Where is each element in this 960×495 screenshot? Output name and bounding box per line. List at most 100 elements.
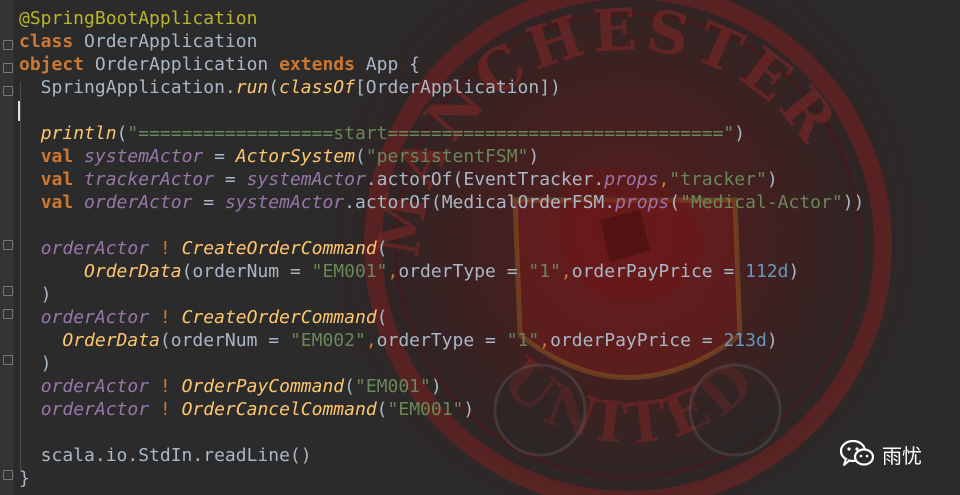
code-line[interactable]: scala.io.StdIn.readLine() [19,444,864,467]
code-token: , [365,330,377,351]
code-token: scala.io.StdIn.readLine() [19,445,312,466]
code-token: , [560,261,572,282]
code-token: ) [734,123,746,144]
code-line[interactable]: @SpringBootApplication [19,7,864,30]
code-token: ! [159,376,171,397]
brand-name: 雨忧 [882,443,922,468]
code-line[interactable]: val trackerActor = systemActor.actorOf(E… [19,168,864,191]
code-token: ) [766,169,778,190]
code-line[interactable]: orderActor ! OrderPayCommand("EM001") [19,375,864,398]
code-token: ) [788,261,800,282]
code-token: ) [430,376,442,397]
code-token: , [539,330,551,351]
code-line[interactable] [19,99,864,122]
code-token: ) [528,146,540,167]
fold-marker-icon[interactable] [3,470,13,480]
code-token: ! [159,307,171,328]
code-token: ) [463,399,475,420]
code-token: "EM002" [289,330,366,351]
code-token: "persistentFSM" [365,146,529,167]
fold-marker-icon[interactable] [3,63,13,73]
editor-gutter[interactable] [0,0,14,495]
code-token: run [235,77,269,98]
code-line[interactable] [19,421,864,444]
code-token: "EM001" [311,261,388,282]
code-token: ( [116,123,128,144]
code-token: ( [669,192,681,213]
code-token: class [19,31,74,52]
code-line[interactable] [19,214,864,237]
code-token: [OrderApplication]) [354,77,561,98]
code-line[interactable]: orderActor ! OrderCancelCommand("EM001") [19,398,864,421]
fold-marker-icon[interactable] [3,240,13,250]
code-token: orderType = [376,330,507,351]
code-token: = [214,169,247,190]
code-line[interactable]: ) [19,283,864,306]
code-token: ( [376,238,388,259]
fold-marker-icon[interactable] [3,40,13,50]
code-token: (orderNum = [181,261,312,282]
wechat-icon [840,439,874,466]
code-token: val [40,192,74,213]
code-token: classOf [279,77,355,98]
code-lines[interactable]: @SpringBootApplication class OrderApplica… [19,7,864,490]
code-token: ( [376,307,388,328]
code-token: "EM001" [387,399,464,420]
code-line[interactable]: orderActor ! CreateOrderCommand( [19,306,864,329]
code-line[interactable]: orderActor ! CreateOrderCommand( [19,237,864,260]
code-token: trackerActor [84,169,215,190]
code-line[interactable]: ) [19,352,864,375]
code-token: OrderApplication [84,54,280,75]
code-token: .actorOf(EventTracker. [365,169,605,190]
code-token: , [387,261,399,282]
code-token: ) [766,330,778,351]
code-editor[interactable]: MANCHESTER UNITED @SpringBootApplication… [0,0,960,495]
code-line[interactable]: SpringApplication.run(classOf[OrderAppli… [19,76,864,99]
code-token: orderActor [40,399,150,420]
code-token: SpringApplication. [19,77,236,98]
code-line[interactable]: val systemActor = ActorSystem("persisten… [19,145,864,168]
code-token: "==================start================… [127,123,735,144]
code-line[interactable]: val orderActor = systemActor.actorOf(Med… [19,191,865,214]
code-token: ! [159,238,171,259]
code-token: orderActor [40,376,150,397]
code-token: props [604,169,659,190]
fold-marker-icon[interactable] [3,86,13,96]
fold-marker-icon[interactable] [3,309,13,319]
code-token: App { [354,54,420,75]
code-token: orderActor [40,238,150,259]
code-token: ( [344,376,355,397]
code-line[interactable]: println("==================start========… [19,122,864,145]
code-line[interactable]: object OrderApplication extends App { [19,53,864,76]
code-token: systemActor [246,169,366,190]
fold-marker-icon[interactable] [3,286,13,296]
fold-marker-icon[interactable] [3,355,13,365]
code-line[interactable]: OrderData(orderNum = "EM001",orderType =… [19,260,864,283]
code-token: "1" [506,330,540,351]
code-token: orderType = [398,261,529,282]
code-token: )) [842,192,865,213]
code-line[interactable]: } [19,467,864,490]
code-line[interactable]: OrderData(orderNum = "EM002",orderType =… [19,329,864,352]
code-line[interactable]: class OrderApplication [19,30,864,53]
code-token: , [658,169,670,190]
code-token: CreateOrderCommand [181,238,377,259]
code-token: "1" [528,261,561,282]
